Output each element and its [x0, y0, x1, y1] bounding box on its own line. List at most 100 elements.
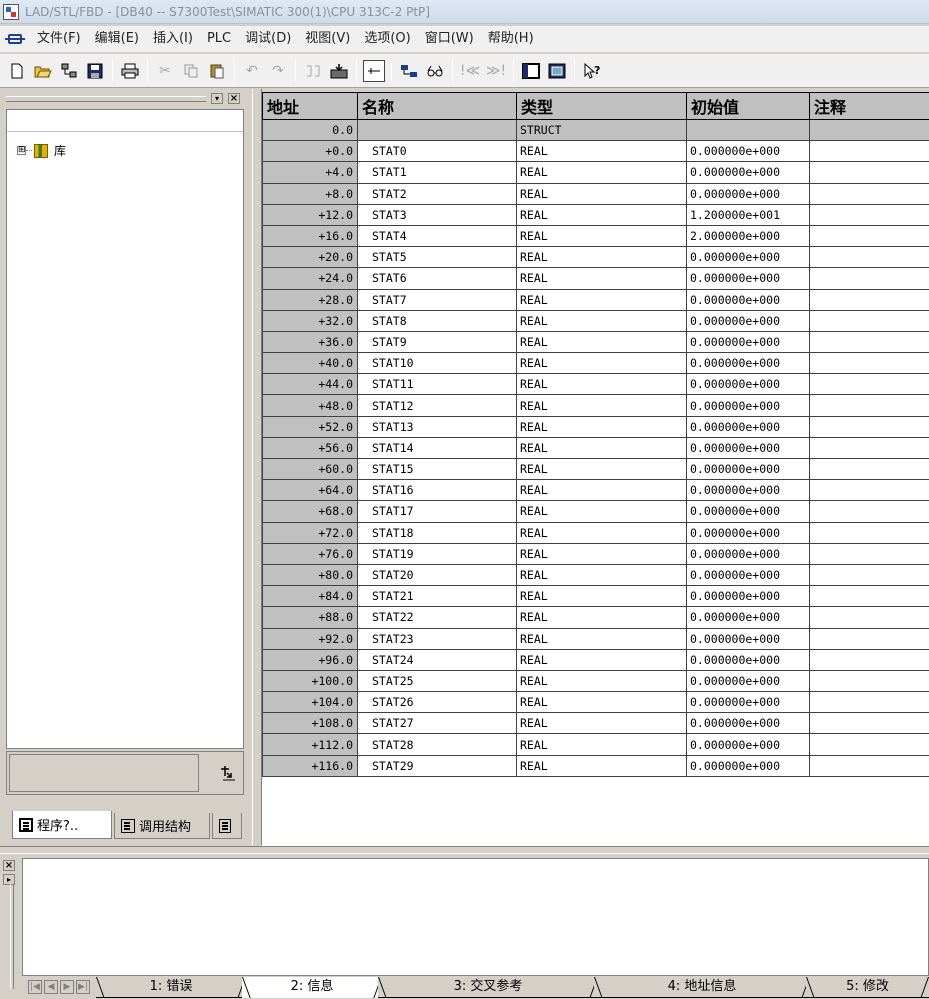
title-bar[interactable]: LAD/STL/FBD - [DB40 -- S7300Test\SIMATIC…	[0, 0, 929, 24]
tab-errors[interactable]: 1: 错误	[96, 977, 246, 998]
tab-more[interactable]	[212, 813, 242, 839]
table-row[interactable]: 0.0 STRUCT	[262, 118, 929, 142]
cell-name[interactable]: STAT9	[357, 330, 517, 354]
next-error-icon[interactable]: ≫!	[485, 60, 507, 82]
panel-grip[interactable]	[6, 96, 206, 102]
cell-comment[interactable]	[809, 288, 929, 311]
cell-type[interactable]: REAL	[516, 224, 687, 248]
network-icon[interactable]	[58, 60, 80, 82]
help-icon[interactable]: ?	[581, 60, 603, 82]
cell-name[interactable]: STAT18	[357, 521, 517, 544]
cell-initial-value[interactable]: 0.000000e+000	[686, 352, 810, 375]
cell-name[interactable]: STAT25	[357, 669, 517, 693]
cell-initial-value[interactable]: 0.000000e+000	[686, 309, 810, 332]
table-row[interactable]: +100.0 STAT25 REAL 0.000000e+000	[262, 669, 929, 693]
table-row[interactable]: +60.0 STAT15 REAL 0.000000e+000	[262, 457, 929, 481]
table-row[interactable]: +96.0 STAT24 REAL 0.000000e+000	[262, 648, 929, 671]
cell-comment[interactable]	[809, 352, 929, 375]
first-tab-icon[interactable]: |◀	[28, 980, 42, 994]
cell-name[interactable]: STAT26	[357, 691, 517, 714]
cell-initial-value[interactable]: 0.000000e+000	[686, 415, 810, 438]
cell-name[interactable]: STAT10	[357, 352, 517, 375]
next-tab-icon[interactable]: ▶	[60, 980, 74, 994]
cell-name[interactable]: STAT16	[357, 479, 517, 502]
cell-comment[interactable]	[809, 267, 929, 290]
cell-initial-value[interactable]: 0.000000e+000	[686, 479, 810, 502]
cell-type[interactable]: REAL	[516, 330, 687, 354]
cell-comment[interactable]	[809, 648, 929, 671]
cell-comment[interactable]	[809, 309, 929, 332]
cell-comment[interactable]	[809, 691, 929, 714]
table-row[interactable]: +92.0 STAT23 REAL 0.000000e+000	[262, 627, 929, 650]
vertical-splitter[interactable]	[252, 89, 262, 845]
cell-comment[interactable]	[809, 500, 929, 523]
cell-type[interactable]: REAL	[516, 288, 687, 311]
cell-comment[interactable]	[809, 754, 929, 777]
cell-type[interactable]: REAL	[516, 479, 687, 502]
cell-name[interactable]: STAT0	[357, 140, 517, 163]
table-row[interactable]: +20.0 STAT5 REAL 0.000000e+000	[262, 246, 929, 269]
cell-comment[interactable]	[809, 733, 929, 756]
cell-comment[interactable]	[809, 627, 929, 650]
glasses-icon[interactable]	[424, 60, 446, 82]
cell-name[interactable]: STAT22	[357, 606, 517, 629]
column-header-initial[interactable]: 初始值	[686, 92, 810, 120]
cell-type[interactable]: REAL	[516, 669, 687, 693]
copy-icon[interactable]	[180, 60, 202, 82]
cell-type[interactable]: REAL	[516, 203, 687, 226]
cell-name[interactable]: STAT15	[357, 457, 517, 481]
compile-icon[interactable]	[302, 60, 324, 82]
cell-initial-value[interactable]: 0.000000e+000	[686, 161, 810, 184]
cell-initial-value[interactable]: 0.000000e+000	[686, 754, 810, 777]
tab-modify[interactable]: 5: 修改	[806, 977, 929, 998]
table-row[interactable]: +72.0 STAT18 REAL 0.000000e+000	[262, 521, 929, 544]
table-row[interactable]: +36.0 STAT9 REAL 0.000000e+000	[262, 330, 929, 354]
print-icon[interactable]	[119, 60, 141, 82]
cell-type[interactable]: REAL	[516, 542, 687, 565]
cell-comment[interactable]	[809, 161, 929, 184]
cell-initial-value[interactable]: 0.000000e+000	[686, 373, 810, 396]
cell-comment[interactable]	[809, 436, 929, 460]
table-row[interactable]: +88.0 STAT22 REAL 0.000000e+000	[262, 606, 929, 629]
menu-help[interactable]: 帮助(H)	[481, 28, 541, 50]
prev-tab-icon[interactable]: ◀	[44, 980, 58, 994]
cell-initial-value[interactable]: 0.000000e+000	[686, 394, 810, 417]
cell-name[interactable]: STAT6	[357, 267, 517, 290]
cell-type[interactable]: REAL	[516, 563, 687, 587]
details-panel-grip[interactable]	[10, 884, 14, 989]
download-icon[interactable]	[328, 60, 350, 82]
cell-type[interactable]: REAL	[516, 521, 687, 544]
cell-initial-value[interactable]: 0.000000e+000	[686, 457, 810, 481]
cell-comment[interactable]	[809, 521, 929, 544]
cell-initial-value[interactable]: 0.000000e+000	[686, 140, 810, 163]
redo-icon[interactable]: ↷	[267, 60, 289, 82]
cell-initial-value[interactable]: 0.000000e+000	[686, 267, 810, 290]
horizontal-splitter[interactable]	[0, 846, 929, 854]
cell-initial-value[interactable]: 0.000000e+000	[686, 648, 810, 671]
menu-edit[interactable]: 编辑(E)	[88, 28, 146, 50]
table-row[interactable]: +8.0 STAT2 REAL 0.000000e+000	[262, 182, 929, 205]
cell-name[interactable]: STAT29	[357, 754, 517, 777]
panel-close-icon[interactable]: ×	[228, 93, 240, 104]
table-row[interactable]: +28.0 STAT7 REAL 0.000000e+000	[262, 288, 929, 311]
table-row[interactable]: +76.0 STAT19 REAL 0.000000e+000	[262, 542, 929, 565]
cell-type[interactable]: REAL	[516, 309, 687, 332]
cell-comment[interactable]	[809, 182, 929, 205]
cell-initial-value[interactable]: 0.000000e+000	[686, 436, 810, 460]
cell-initial-value[interactable]: 0.000000e+000	[686, 712, 810, 735]
cell-type[interactable]: REAL	[516, 352, 687, 375]
cell-type[interactable]: REAL	[516, 585, 687, 608]
monitor-icon[interactable]	[363, 59, 385, 82]
details-content[interactable]	[22, 858, 929, 976]
table-row[interactable]: +104.0 STAT26 REAL 0.000000e+000	[262, 691, 929, 714]
table-row[interactable]: +64.0 STAT16 REAL 0.000000e+000	[262, 479, 929, 502]
cell-type[interactable]: REAL	[516, 500, 687, 523]
cell-comment[interactable]	[809, 246, 929, 269]
cell-name[interactable]: STAT7	[357, 288, 517, 311]
column-header-name[interactable]: 名称	[357, 92, 517, 120]
cell-name[interactable]: STAT19	[357, 542, 517, 565]
prev-error-icon[interactable]: !≪	[459, 60, 481, 82]
cell-type[interactable]: REAL	[516, 754, 687, 777]
cell-type[interactable]: REAL	[516, 457, 687, 481]
cell-comment[interactable]	[809, 585, 929, 608]
